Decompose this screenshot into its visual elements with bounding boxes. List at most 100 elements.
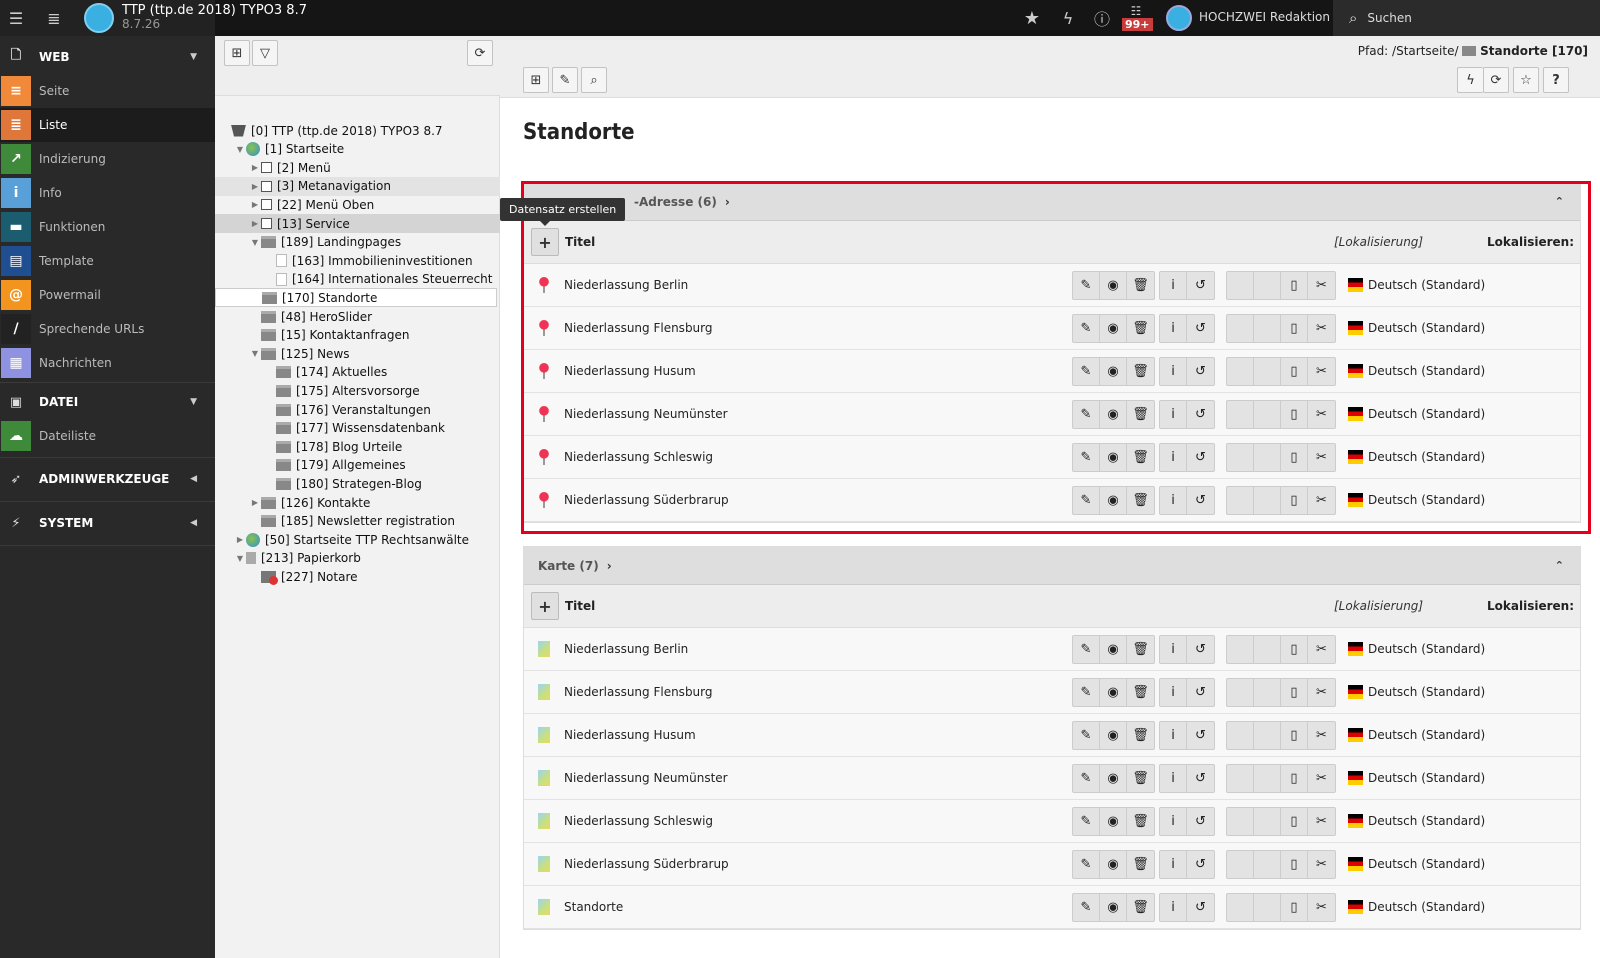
cut-icon[interactable]: ✂ bbox=[1308, 765, 1335, 792]
edit-icon[interactable]: ✎ bbox=[1073, 765, 1100, 792]
toggle-visibility-icon[interactable]: ◉ bbox=[1100, 765, 1127, 792]
delete-icon[interactable]: 🗑 bbox=[1127, 894, 1154, 921]
tree-node[interactable]: [174] Aktuelles bbox=[215, 363, 500, 382]
map-icon[interactable] bbox=[538, 770, 550, 786]
tree-node[interactable]: ▶ [22] Menü Oben bbox=[215, 195, 500, 214]
tree-node[interactable]: [227] Notare bbox=[215, 567, 500, 586]
tree-node[interactable]: [176] Veranstaltungen bbox=[215, 400, 500, 419]
delete-icon[interactable]: 🗑 bbox=[1127, 765, 1154, 792]
delete-icon[interactable]: 🗑 bbox=[1127, 679, 1154, 706]
new-page-button[interactable]: ⊞ bbox=[224, 40, 250, 66]
delete-icon[interactable]: 🗑 bbox=[1127, 722, 1154, 749]
module-indizierung[interactable]: ↗ Indizierung bbox=[0, 142, 215, 176]
record-title[interactable]: Niederlassung Husum bbox=[564, 728, 696, 742]
search-records-button[interactable]: ⌕ bbox=[581, 67, 607, 93]
record-title[interactable]: Niederlassung Neumünster bbox=[564, 771, 728, 785]
history-icon[interactable]: ↺ bbox=[1187, 765, 1214, 792]
info-icon[interactable]: i bbox=[1160, 722, 1187, 749]
record-title[interactable]: Niederlassung Berlin bbox=[564, 642, 688, 656]
module-group-datei[interactable]: ▣ DATEI ▼ bbox=[0, 385, 215, 419]
reload-button[interactable]: ⟳ bbox=[1483, 67, 1509, 93]
tree-node[interactable]: [163] Immobilieninvestitionen bbox=[215, 251, 500, 270]
map-icon[interactable] bbox=[538, 727, 550, 743]
tree-node[interactable]: [178] Blog Urteile bbox=[215, 437, 500, 456]
info-icon[interactable]: i bbox=[1160, 765, 1187, 792]
clipboard-icon[interactable]: ▯ bbox=[1281, 765, 1308, 792]
clipboard-icon[interactable]: ▯ bbox=[1281, 679, 1308, 706]
info-icon[interactable]: i bbox=[1160, 679, 1187, 706]
record-title[interactable]: Standorte bbox=[564, 900, 623, 914]
tree-node[interactable]: [185] Newsletter registration bbox=[215, 512, 500, 531]
clear-cache-button[interactable]: ϟ bbox=[1457, 67, 1483, 93]
table-title[interactable]: Karte (7) bbox=[538, 559, 599, 573]
collapsed-toggle-icon[interactable]: ▶ bbox=[249, 219, 261, 228]
menu-toggle-icon[interactable]: ☰ bbox=[0, 0, 32, 36]
module-liste[interactable]: ≣ Liste bbox=[0, 108, 215, 142]
info-icon[interactable]: i bbox=[1160, 636, 1187, 663]
record-title[interactable]: Niederlassung Süderbrarup bbox=[564, 857, 729, 871]
clipboard-icon[interactable]: ▯ bbox=[1281, 894, 1308, 921]
record-title[interactable]: Niederlassung Flensburg bbox=[564, 685, 713, 699]
flush-cache-icon[interactable]: ϟ bbox=[1054, 0, 1082, 36]
map-icon[interactable] bbox=[538, 899, 550, 915]
clipboard-icon[interactable]: ▯ bbox=[1281, 808, 1308, 835]
expanded-toggle-icon[interactable]: ▼ bbox=[249, 349, 261, 358]
user-menu[interactable]: HOCHZWEI Redaktion bbox=[1199, 10, 1330, 24]
expanded-toggle-icon[interactable]: ▼ bbox=[249, 238, 261, 247]
cut-icon[interactable]: ✂ bbox=[1308, 722, 1335, 749]
tree-node[interactable]: ▼ [213] Papierkorb bbox=[215, 549, 500, 568]
info-icon[interactable]: i bbox=[1160, 808, 1187, 835]
record-title[interactable]: Niederlassung Schleswig bbox=[564, 814, 713, 828]
module-nachrichten[interactable]: ▦ Nachrichten bbox=[0, 346, 215, 380]
collapsed-toggle-icon[interactable]: ▶ bbox=[249, 163, 261, 172]
info-icon[interactable]: i bbox=[1160, 851, 1187, 878]
collapsed-toggle-icon[interactable]: ▶ bbox=[249, 182, 261, 191]
tree-node[interactable]: [15] Kontaktanfragen bbox=[215, 326, 500, 345]
tree-node[interactable]: ▶ [2] Menü bbox=[215, 158, 500, 177]
tree-node[interactable]: [175] Altersvorsorge bbox=[215, 381, 500, 400]
edit-icon[interactable]: ✎ bbox=[1073, 894, 1100, 921]
delete-icon[interactable]: 🗑 bbox=[1127, 851, 1154, 878]
expanded-toggle-icon[interactable]: ▼ bbox=[234, 145, 246, 154]
collapsed-toggle-icon[interactable]: ▶ bbox=[234, 535, 246, 544]
delete-icon[interactable]: 🗑 bbox=[1127, 636, 1154, 663]
toggle-visibility-icon[interactable]: ◉ bbox=[1100, 894, 1127, 921]
new-record-button[interactable]: ⊞ bbox=[523, 67, 549, 93]
site-title[interactable]: TTP (ttp.de 2018) TYPO3 8.7 bbox=[122, 3, 307, 18]
create-record-button[interactable]: + bbox=[531, 592, 559, 620]
tree-node[interactable]: ▶ [126] Kontakte bbox=[215, 493, 500, 512]
cut-icon[interactable]: ✂ bbox=[1308, 808, 1335, 835]
toggle-visibility-icon[interactable]: ◉ bbox=[1100, 636, 1127, 663]
help-icon[interactable]: ⓘ bbox=[1088, 0, 1116, 36]
cut-icon[interactable]: ✂ bbox=[1308, 851, 1335, 878]
tree-node[interactable]: ▶ [50] Startseite TTP Rechtsanwälte bbox=[215, 530, 500, 549]
module-dateiliste[interactable]: ☁ Dateiliste bbox=[0, 419, 215, 453]
module-group-system[interactable]: ⚡ SYSTEM ◀ bbox=[0, 506, 215, 540]
clipboard-icon[interactable]: ▯ bbox=[1281, 636, 1308, 663]
cut-icon[interactable]: ✂ bbox=[1308, 679, 1335, 706]
module-group-web[interactable]: 🗋 WEB ▼ bbox=[0, 40, 215, 74]
history-icon[interactable]: ↺ bbox=[1187, 851, 1214, 878]
avatar[interactable] bbox=[1166, 5, 1192, 31]
history-icon[interactable]: ↺ bbox=[1187, 636, 1214, 663]
bookmark-button[interactable]: ☆ bbox=[1513, 67, 1539, 93]
cut-icon[interactable]: ✂ bbox=[1308, 636, 1335, 663]
module-sprechende-urls[interactable]: / Sprechende URLs bbox=[0, 312, 215, 346]
module-info[interactable]: i Info bbox=[0, 176, 215, 210]
edit-icon[interactable]: ✎ bbox=[1073, 851, 1100, 878]
history-icon[interactable]: ↺ bbox=[1187, 722, 1214, 749]
map-icon[interactable] bbox=[538, 813, 550, 829]
chevron-right-icon[interactable]: › bbox=[607, 559, 612, 573]
collapsed-toggle-icon[interactable]: ▶ bbox=[249, 498, 261, 507]
tree-node[interactable]: [177] Wissensdatenbank bbox=[215, 419, 500, 438]
module-template[interactable]: ▤ Template bbox=[0, 244, 215, 278]
toggle-visibility-icon[interactable]: ◉ bbox=[1100, 679, 1127, 706]
clipboard-icon[interactable]: ▯ bbox=[1281, 722, 1308, 749]
tree-toggle-icon[interactable]: ≣ bbox=[38, 0, 70, 36]
edit-page-button[interactable]: ✎ bbox=[552, 67, 578, 93]
tree-node[interactable]: [179] Allgemeines bbox=[215, 456, 500, 475]
history-icon[interactable]: ↺ bbox=[1187, 808, 1214, 835]
module-powermail[interactable]: @ Powermail bbox=[0, 278, 215, 312]
refresh-tree-button[interactable]: ⟳ bbox=[467, 40, 493, 66]
tree-node[interactable]: ▶ [3] Metanavigation bbox=[215, 176, 500, 196]
